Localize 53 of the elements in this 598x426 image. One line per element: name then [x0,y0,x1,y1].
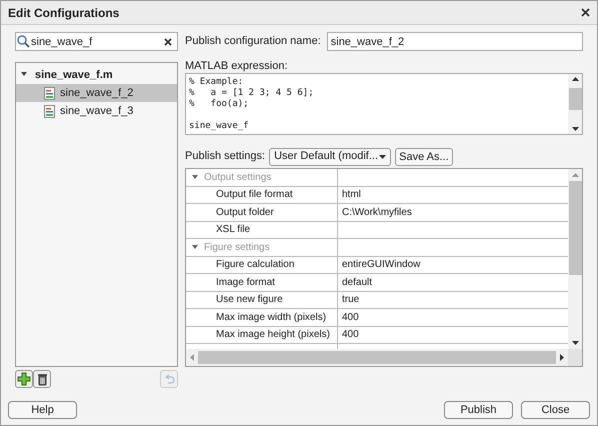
setting-value[interactable]: entireGUIWindow [342,257,420,272]
setting-name: XSL file [216,223,250,238]
setting-name: Max image width (pixels) [216,310,326,325]
caret-icon [379,154,386,158]
document-icon [44,104,55,118]
tree-item[interactable]: sine_wave_f_2 [16,84,177,102]
file-label[interactable]: sine_wave_f.m [35,66,113,84]
scrollbar-corner [568,349,582,366]
close-icon[interactable] [581,8,590,17]
publish-settings-label: Publish settings: [185,149,266,164]
setting-value[interactable]: 400 [342,310,359,325]
trash-icon [36,372,48,386]
publish-button[interactable]: Publish [444,401,513,419]
expand-icon[interactable] [192,244,198,250]
setting-name: Use new figure [216,293,283,308]
help-button[interactable]: Help [8,401,77,419]
plus-icon [17,372,31,386]
scroll-down-icon[interactable] [572,341,578,345]
setting-name: Figure calculation [216,258,294,272]
clear-icon[interactable] [164,38,172,46]
scroll-right-icon[interactable] [560,354,564,361]
setting-value[interactable]: html [342,187,361,202]
settings-dropdown[interactable]: User Default (modif... [269,148,392,166]
scrollbar[interactable] [568,169,582,349]
setting-value[interactable]: C:\Work\myfiles [342,204,412,220]
delete-button[interactable] [33,370,51,388]
setting-value[interactable]: default [342,274,372,290]
close-button[interactable]: Close [521,401,590,419]
setting-name: Output folder [216,206,274,220]
setting-name: Max image height (pixels) [216,328,330,342]
scrollbar[interactable] [568,74,582,134]
search-icon [17,35,30,48]
setting-value[interactable]: 400 [342,327,359,342]
expression-field[interactable]: % Example: % a = [1 2 3; 4 5 6]; % foo(a); sine_wave_f [185,73,583,135]
expand-icon[interactable] [21,72,27,78]
configuration-name-field[interactable]: sine_wave_f_2 [326,32,583,51]
document-icon [44,86,55,100]
tree-item[interactable]: sine_wave_f_3 [16,102,177,120]
undo-icon [163,374,175,384]
scroll-down-icon[interactable] [572,127,578,131]
scroll-up-icon[interactable] [572,77,578,81]
group-label: Figure settings [204,240,270,255]
add-button[interactable] [15,370,33,388]
window-title: Edit Configurations [8,4,120,22]
setting-name: Output file format [216,188,293,202]
expand-icon[interactable] [192,174,198,180]
setting-value[interactable]: true [342,292,360,308]
search-field[interactable]: sine_wave_f [15,32,178,51]
save-as-button[interactable]: Save As... [395,148,453,166]
group-label: Output settings [204,170,272,185]
expression-label: MATLAB expression: [185,60,289,73]
configuration-name-label: Publish configuration name: [185,34,321,50]
setting-name: Image format [216,276,275,290]
